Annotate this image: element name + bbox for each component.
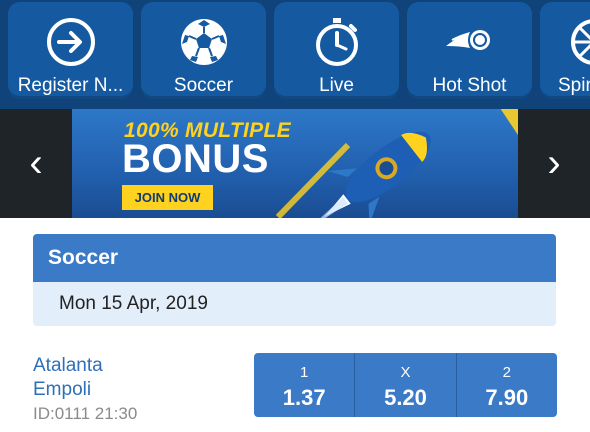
rocket-illustration [275,109,518,218]
soccer-ball-icon [141,16,266,68]
nav-tile-label: Register N... [17,75,124,96]
carousel-prev-button[interactable]: ‹ [0,109,72,218]
fireball-icon [407,16,532,68]
odds-key: 1 [299,364,309,381]
odds-button-draw[interactable]: X 5.20 [354,353,455,417]
nav-tile-label: Spin [558,75,590,96]
odds-value: 1.37 [282,385,326,410]
promo-carousel: ‹ 100% MULTIPLE BONUS JOIN NOW › [0,109,590,218]
odds-key: 2 [502,364,511,381]
nav-tile-spin[interactable]: Spin [540,2,590,99]
main-content: Soccer Mon 15 Apr, 2019 Atalanta Empoli … [0,218,590,432]
soccer-section: Soccer Mon 15 Apr, 2019 [33,234,556,326]
arrow-right-circle-icon [8,16,133,68]
match-id-time: ID:0111 21:30 [33,404,138,423]
odds-button-home[interactable]: 1 1.37 [254,353,354,417]
spin-wheel-icon [540,16,590,68]
odds-value: 5.20 [384,385,427,410]
nav-tile-label: Soccer [173,75,234,96]
odds-button-away[interactable]: 2 7.90 [455,353,557,417]
odds-group: 1 1.37 X 5.20 2 7.90 [254,353,557,417]
home-team-link[interactable]: Atalanta [33,354,103,378]
nav-tile-label: Hot Shot [432,75,507,96]
nav-tile-label: Live [319,75,354,96]
chevron-left-icon: ‹ [29,141,43,185]
away-team-link[interactable]: Empoli [33,378,91,402]
top-navigation: Register N... Soccer Live Hot Shot Spi [0,0,590,109]
section-date: Mon 15 Apr, 2019 [59,293,208,314]
stopwatch-icon [274,16,399,68]
chevron-right-icon: › [547,141,561,185]
odds-value: 7.90 [485,385,529,410]
nav-tile-hot-shot[interactable]: Hot Shot [407,2,532,99]
banner-bonus-text: BONUS [122,137,269,181]
nav-tile-live[interactable]: Live [274,2,399,99]
carousel-next-button[interactable]: › [518,109,590,218]
section-title: Soccer [33,234,556,282]
match-row: Atalanta Empoli ID:0111 21:30 1 1.37 X 5… [33,353,557,432]
odds-key: X [400,364,411,381]
promo-banner[interactable]: 100% MULTIPLE BONUS JOIN NOW [72,109,518,218]
nav-tile-soccer[interactable]: Soccer [141,2,266,99]
nav-tile-register[interactable]: Register N... [8,2,133,99]
join-now-button[interactable]: JOIN NOW [122,185,213,210]
